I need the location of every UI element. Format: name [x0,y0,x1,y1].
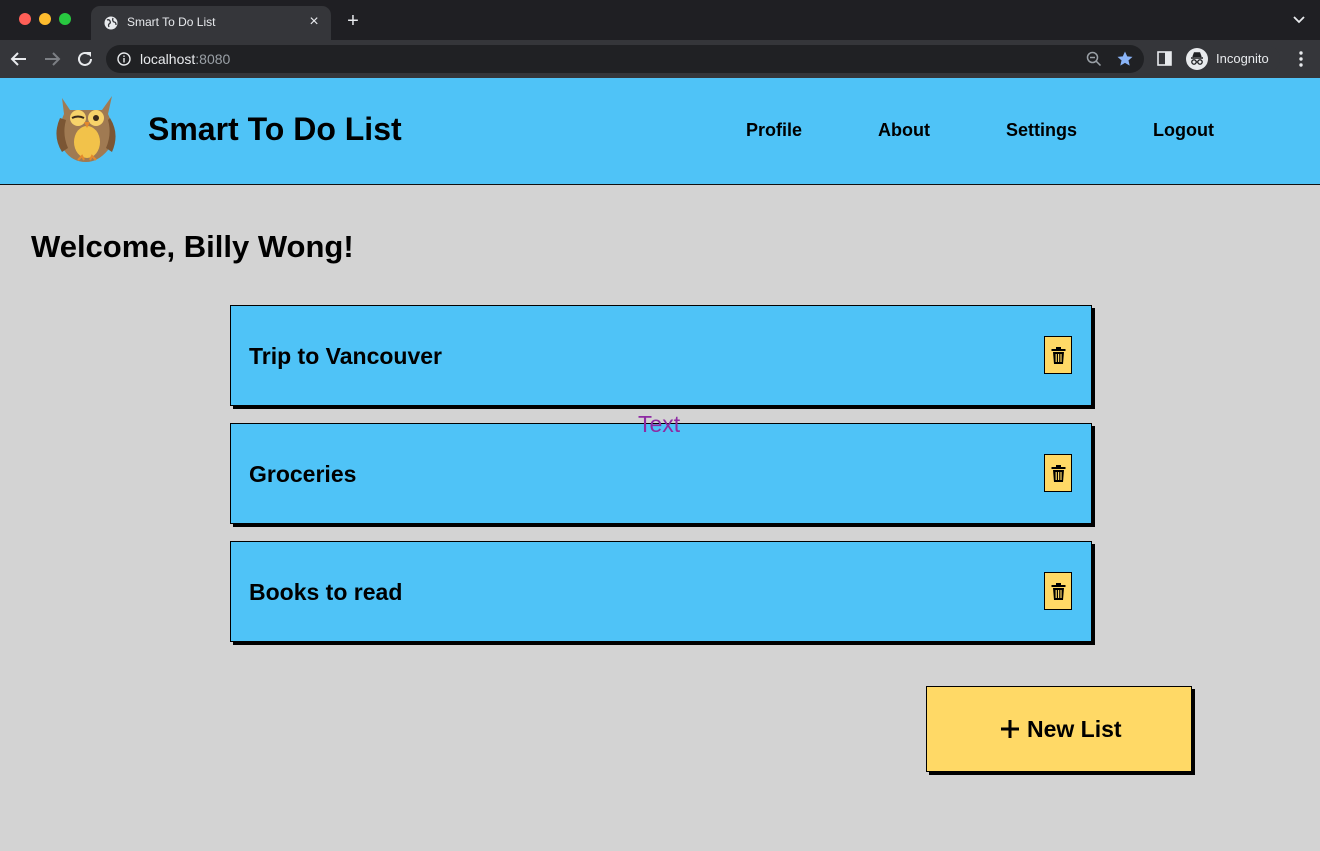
bookmark-star-icon[interactable] [1116,50,1134,68]
url-text[interactable]: localhost:8080 [140,51,230,67]
nav-logout-link[interactable]: Logout [1153,120,1214,141]
chevron-down-icon[interactable] [1292,14,1306,26]
incognito-icon [1186,48,1208,70]
list-title: Trip to Vancouver [249,343,442,369]
delete-list-button[interactable] [1044,454,1072,492]
window-close-button[interactable] [19,13,31,25]
list-title: Books to read [249,579,403,605]
url-port: :8080 [195,51,231,67]
tab-title: Smart To Do List [127,15,216,29]
window-maximize-button[interactable] [59,13,71,25]
reload-icon[interactable] [74,48,96,70]
zoom-out-icon[interactable] [1086,51,1102,67]
nav-settings-link[interactable]: Settings [1006,120,1077,141]
trash-icon [1051,347,1066,364]
nav-profile-link[interactable]: Profile [746,120,802,141]
more-menu-icon[interactable] [1294,50,1308,68]
info-icon[interactable] [117,52,131,66]
list-card[interactable]: Groceries [230,423,1092,524]
owl-logo[interactable] [50,88,122,164]
welcome-heading: Welcome, Billy Wong! [31,229,354,264]
floating-text-label: Text [638,411,681,437]
url-host: localhost [140,51,196,67]
tab-close-icon[interactable]: × [307,14,321,30]
incognito-profile-button[interactable]: Incognito [1184,45,1280,73]
back-arrow-icon[interactable] [8,48,30,70]
forward-arrow-icon[interactable] [41,48,63,70]
browser-tab-bar: Smart To Do List × + [0,0,1320,40]
new-list-label: New List [1027,716,1122,742]
trash-icon [1051,583,1066,600]
list-title: Groceries [249,461,357,487]
app-title: Smart To Do List [148,111,402,147]
trash-icon [1051,465,1066,482]
address-bar[interactable]: localhost:8080 [106,45,1144,73]
window-minimize-button[interactable] [39,13,51,25]
plus-icon [1001,720,1019,738]
side-panel-icon[interactable] [1157,51,1172,66]
app-header: Smart To Do List Profile About Settings … [0,78,1320,185]
new-tab-icon[interactable]: + [343,11,363,31]
list-card[interactable]: Books to read [230,541,1092,642]
list-card[interactable]: Trip to Vancouver [230,305,1092,406]
new-list-button[interactable]: New List [926,686,1192,772]
browser-toolbar: localhost:8080 Incognito [0,40,1320,78]
browser-tab[interactable]: Smart To Do List × [91,6,331,40]
globe-icon [104,16,118,30]
delete-list-button[interactable] [1044,336,1072,374]
incognito-label: Incognito [1216,51,1269,66]
nav-about-link[interactable]: About [878,120,930,141]
delete-list-button[interactable] [1044,572,1072,610]
